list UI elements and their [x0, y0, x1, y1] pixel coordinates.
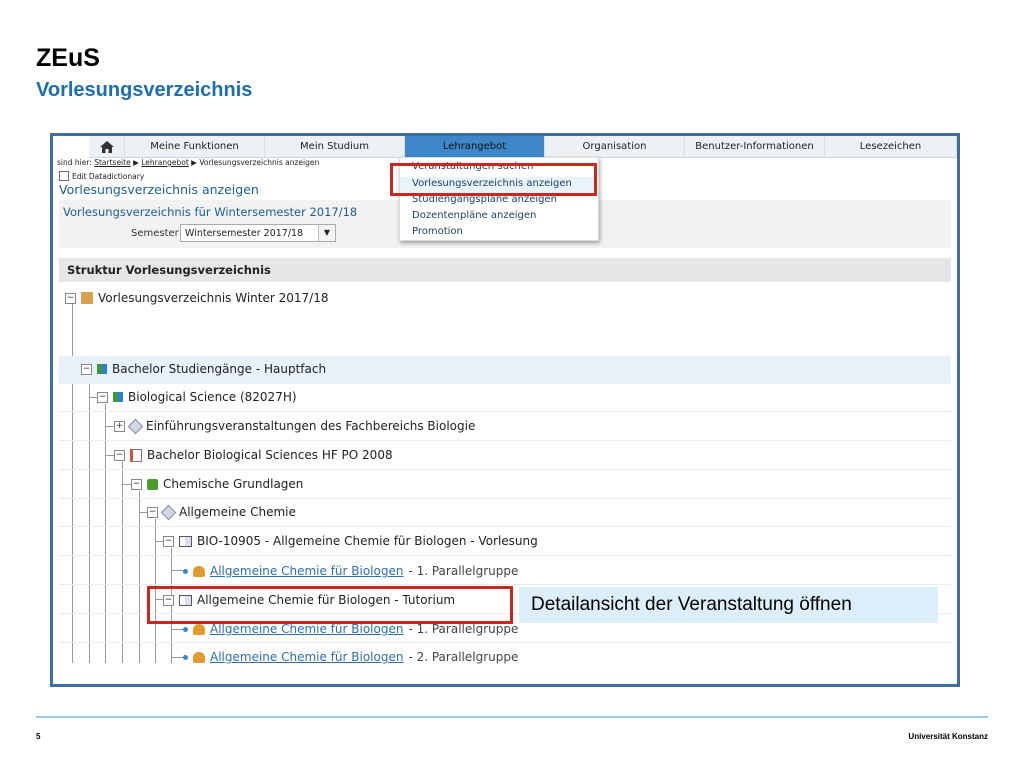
breadcrumb-current: Vorlesungsverzeichnis anzeigen — [199, 158, 320, 167]
callout-box: Detailansicht der Veranstaltung öffnen — [519, 587, 938, 623]
menu-item-dozentenplaene[interactable]: Dozentenpläne anzeigen — [412, 210, 536, 221]
bullet-icon — [183, 626, 188, 632]
collapse-toggle[interactable]: − — [163, 535, 174, 547]
vv-title: Vorlesungsverzeichnis für Wintersemester… — [63, 205, 358, 219]
document-icon — [130, 448, 142, 462]
category-icon — [97, 364, 107, 374]
expand-toggle[interactable]: + — [114, 420, 125, 432]
tag-icon — [160, 504, 177, 520]
tree-node-chem-basics[interactable]: − Chemische Grundlagen — [131, 477, 303, 491]
module-icon — [147, 478, 158, 490]
parallel-group-link[interactable]: Allgemeine Chemie für Biologen — [210, 564, 403, 578]
group-icon — [193, 623, 205, 635]
collapse-toggle[interactable]: − — [114, 449, 125, 461]
tree-node-label: Chemische Grundlagen — [163, 477, 304, 491]
group-icon — [193, 565, 205, 577]
semester-value: Wintersemester 2017/18 — [185, 228, 304, 239]
bullet-icon — [183, 654, 188, 660]
group-icon — [193, 651, 205, 663]
collapse-toggle[interactable]: − — [147, 506, 158, 518]
chevron-down-icon[interactable]: ▼ — [318, 225, 335, 241]
main-navigation: Meine Funktionen Mein Studium Lehrangebo… — [89, 136, 957, 158]
highlight-frame-tutorial — [147, 586, 513, 624]
footer-university: Universität Konstanz — [908, 732, 988, 741]
tree-node-label: Allgemeine Chemie — [179, 505, 296, 519]
collapse-toggle[interactable]: − — [97, 391, 108, 403]
nav-home[interactable] — [89, 136, 125, 157]
tree-node-intro[interactable]: + Einführungsveranstaltungen des Fachber… — [114, 418, 476, 434]
highlight-frame-menu — [390, 163, 597, 196]
semester-select[interactable]: Wintersemester 2017/18 ▼ — [180, 224, 336, 242]
footer-divider — [36, 716, 988, 718]
house-icon — [99, 140, 114, 153]
breadcrumb: sind hier: Startseite ▶ Lehrangebot ▶ Vo… — [57, 158, 319, 167]
nav-mein-studium[interactable]: Mein Studium — [265, 136, 405, 157]
menu-item-promotion[interactable]: Promotion — [412, 226, 463, 237]
tree-node-lecture[interactable]: − BIO-10905 - Allgemeine Chemie für Biol… — [163, 534, 538, 548]
slide-title: ZEuS — [36, 44, 100, 72]
category-icon — [113, 392, 123, 402]
breadcrumb-sep: ▶ — [133, 158, 139, 167]
parallel-group-link[interactable]: Allgemeine Chemie für Biologen — [210, 650, 403, 664]
tree-node-label: Einführungsveranstaltungen des Fachberei… — [146, 419, 476, 433]
edit-datadictionary-label: Edit Datadictionary — [72, 171, 145, 181]
tree-header: Struktur Vorlesungsverzeichnis — [59, 258, 951, 282]
tree-node-label: Bachelor Studiengänge - Hauptfach — [112, 362, 327, 376]
semester-label: Semester — [131, 228, 179, 239]
tree-node-bachelor[interactable]: − Bachelor Studiengänge - Hauptfach — [81, 362, 326, 376]
breadcrumb-sep: ▶ — [191, 158, 197, 167]
tree-node-label: Biological Science (82027H) — [128, 390, 297, 404]
edit-datadictionary-checkbox[interactable] — [59, 171, 69, 181]
collapse-toggle[interactable]: − — [131, 478, 142, 490]
collapse-toggle[interactable]: − — [65, 292, 76, 304]
tag-icon — [127, 418, 144, 434]
breadcrumb-prefix: sind hier: — [57, 158, 92, 167]
tree-node-gen-chem[interactable]: − Allgemeine Chemie — [147, 504, 296, 520]
parallel-group-suffix: - 2. Parallelgruppe — [408, 650, 519, 664]
embedded-screenshot: Meine Funktionen Mein Studium Lehrangebo… — [50, 133, 960, 687]
tree-node-lecture-group[interactable]: Allgemeine Chemie für Biologen - 1. Para… — [183, 564, 518, 578]
breadcrumb-section[interactable]: Lehrangebot — [141, 158, 189, 167]
page-heading: Vorlesungsverzeichnis anzeigen — [59, 182, 259, 197]
edit-datadictionary[interactable]: Edit Datadictionary — [59, 171, 144, 181]
parallel-group-link[interactable]: Allgemeine Chemie für Biologen — [210, 622, 403, 636]
bullet-icon — [183, 568, 188, 574]
tree-node-biosci[interactable]: − Biological Science (82027H) — [97, 390, 297, 404]
nav-lehrangebot[interactable]: Lehrangebot — [405, 136, 545, 157]
tree-node-tut-group-2[interactable]: Allgemeine Chemie für Biologen - 2. Para… — [183, 650, 518, 664]
nav-organisation[interactable]: Organisation — [545, 136, 685, 157]
nav-benutzer-informationen[interactable]: Benutzer-Informationen — [685, 136, 825, 157]
tree-node-tut-group-1[interactable]: Allgemeine Chemie für Biologen - 1. Para… — [183, 622, 518, 636]
tree-node-label: BIO-10905 - Allgemeine Chemie für Biolog… — [197, 534, 538, 548]
book-icon — [179, 535, 192, 547]
tree-node-label: Bachelor Biological Sciences HF PO 2008 — [147, 448, 393, 462]
catalog-icon — [81, 292, 93, 304]
parallel-group-suffix: - 1. Parallelgruppe — [408, 622, 519, 636]
nav-meine-funktionen[interactable]: Meine Funktionen — [125, 136, 265, 157]
nav-lesezeichen[interactable]: Lesezeichen — [825, 136, 957, 157]
page-number: 5 — [36, 732, 41, 741]
tree-node-label: Vorlesungsverzeichnis Winter 2017/18 — [98, 291, 329, 305]
collapse-toggle[interactable]: − — [81, 363, 92, 375]
parallel-group-suffix: - 1. Parallelgruppe — [408, 564, 519, 578]
tree-node-po2008[interactable]: − Bachelor Biological Sciences HF PO 200… — [114, 448, 393, 462]
tree-node-root[interactable]: − Vorlesungsverzeichnis Winter 2017/18 — [65, 291, 328, 305]
slide-subtitle: Vorlesungsverzeichnis — [36, 79, 253, 101]
breadcrumb-home[interactable]: Startseite — [94, 158, 130, 167]
